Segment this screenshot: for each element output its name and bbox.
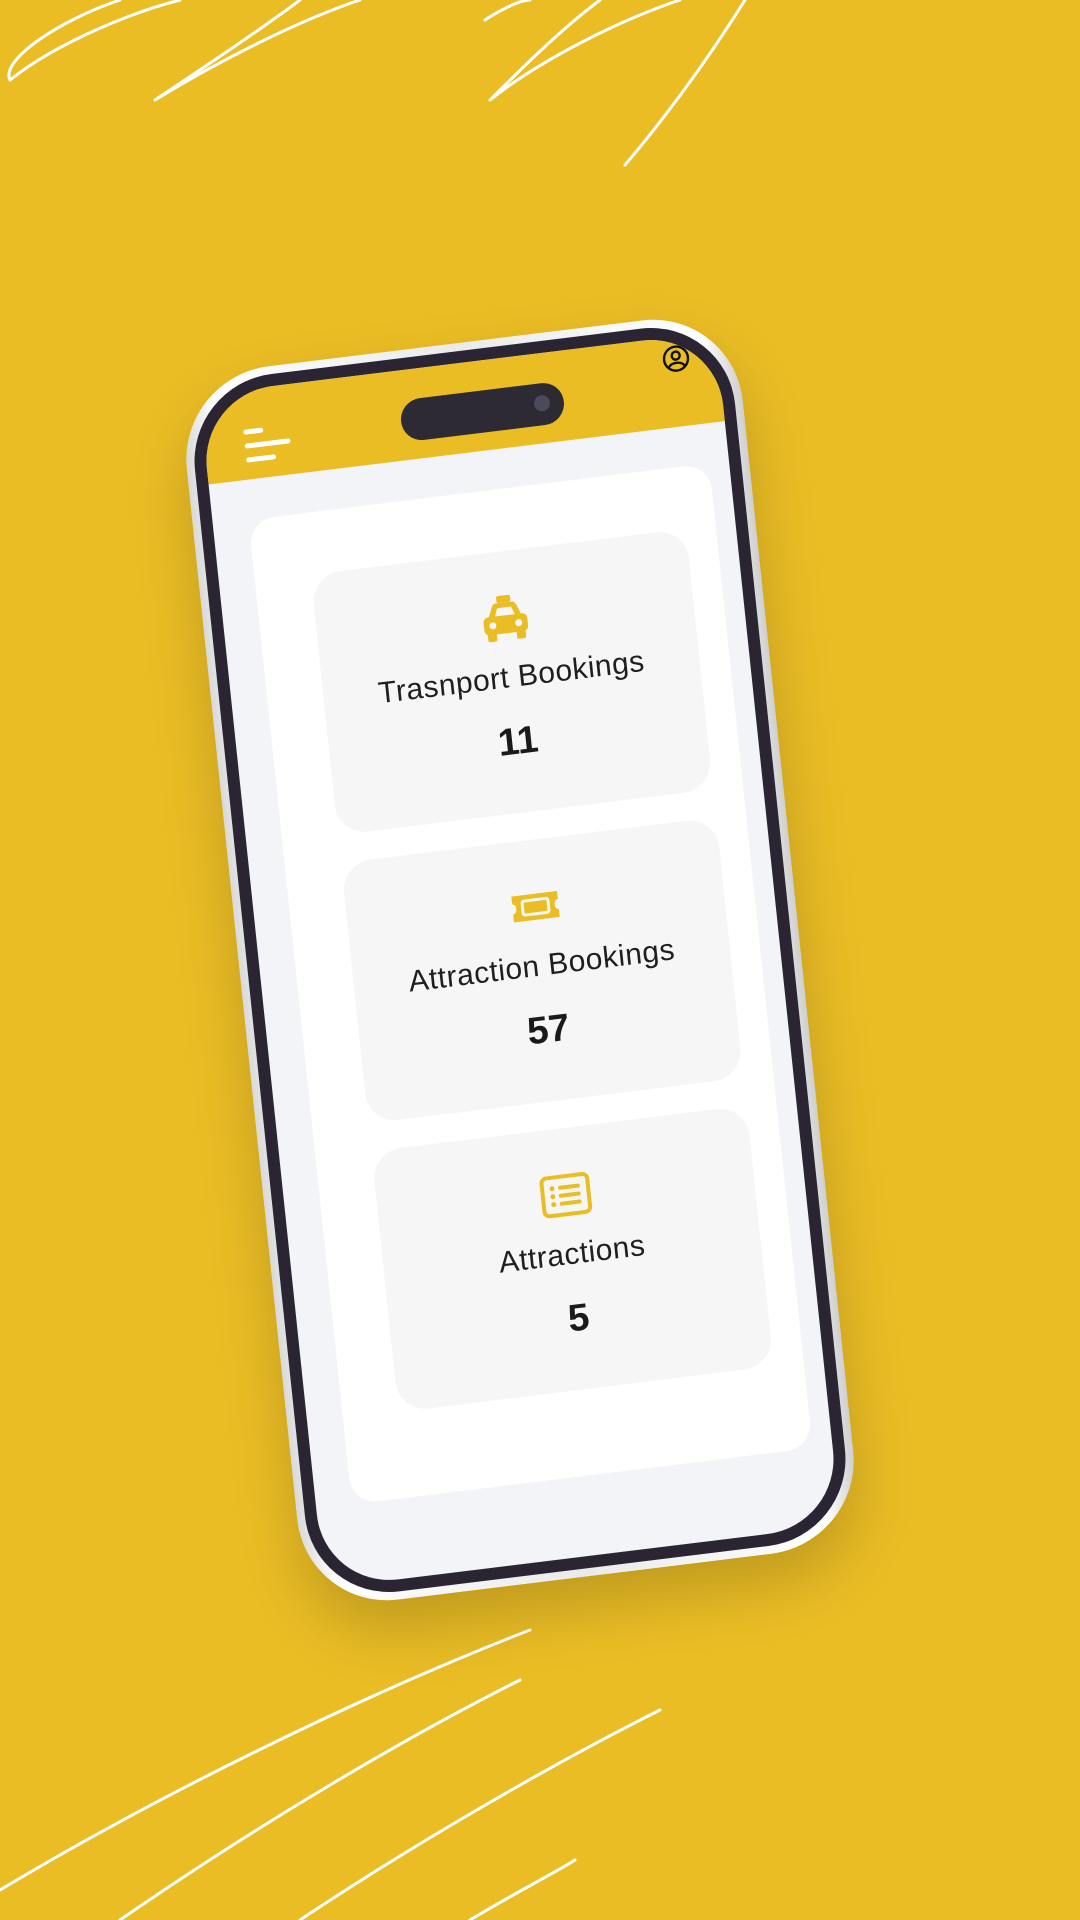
- camera-icon: [533, 394, 551, 413]
- dashboard-panel: Trasnport Bookings 11 Attraction Booking…: [248, 463, 813, 1505]
- attractions-card[interactable]: Attractions 5: [371, 1105, 774, 1413]
- list-icon: [539, 1172, 593, 1219]
- user-circle-icon[interactable]: [661, 343, 692, 374]
- ticket-icon: [511, 890, 560, 923]
- menu-icon-line: [245, 454, 277, 463]
- taxi-icon: [483, 594, 529, 643]
- attraction-bookings-card[interactable]: Attraction Bookings 57: [340, 817, 744, 1124]
- menu-icon-line: [243, 427, 264, 435]
- menu-icon-line: [244, 438, 291, 449]
- card-value: 11: [496, 718, 541, 765]
- menu-button[interactable]: [243, 424, 299, 474]
- card-value: 57: [525, 1006, 572, 1054]
- transport-bookings-card[interactable]: Trasnport Bookings 11: [310, 528, 714, 836]
- card-value: 5: [566, 1296, 592, 1341]
- dynamic-island: [398, 380, 567, 443]
